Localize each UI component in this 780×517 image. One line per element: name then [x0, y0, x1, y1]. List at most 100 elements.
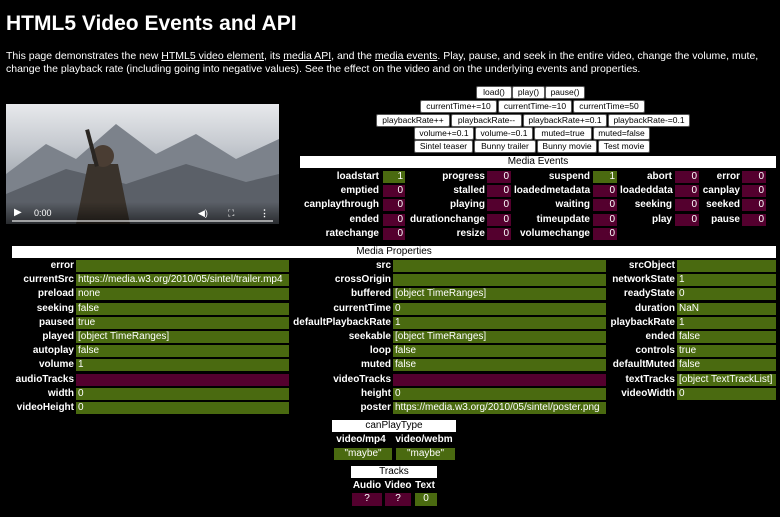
event-pause-count: 0 — [742, 213, 766, 226]
link-media-api[interactable]: media API — [283, 50, 331, 62]
event-seeked-label: seeked — [706, 199, 740, 211]
prop-playbackRate-label: playbackRate — [610, 316, 675, 328]
prop-videoWidth-label: videoWidth — [621, 387, 675, 399]
prop-srcObject-label: srcObject — [628, 260, 675, 271]
prop-currentTime-value: 0 — [393, 302, 606, 315]
prop-autoplay-value: false — [76, 345, 289, 358]
audio-tracks-label: Audio — [352, 480, 382, 491]
prop-poster-label: poster — [360, 402, 391, 413]
volume-icon[interactable]: ◀) — [198, 208, 208, 219]
event-loadstart-count: 1 — [383, 171, 405, 183]
audio-tracks-value: ? — [352, 493, 382, 506]
event-loadedmetadata-count: 0 — [593, 185, 617, 198]
prop-height-label: height — [361, 387, 391, 399]
prop-readyState-label: readyState — [623, 288, 675, 300]
event-timeupdate-label: timeupdate — [536, 213, 590, 225]
video-tracks-label: Video — [384, 480, 412, 491]
event-canplaythrough-count: 0 — [383, 199, 405, 212]
link-media-events[interactable]: media events — [375, 50, 437, 62]
prop-ended-value: false — [677, 331, 776, 343]
event-playing-count: 0 — [487, 199, 511, 212]
prop-seeking-value: false — [76, 302, 289, 315]
more-icon[interactable]: ⋮ — [260, 208, 269, 219]
currenttime-minus10-button[interactable]: currentTime-=10 — [498, 100, 572, 113]
prop-videoHeight-label: videoHeight — [16, 402, 74, 413]
event-error-label: error — [716, 171, 740, 182]
event-suspend-count: 1 — [593, 171, 617, 183]
prop-src-value — [393, 260, 606, 272]
playbackrate-decrement-button[interactable]: playbackRate-- — [451, 114, 522, 127]
currenttime-plus10-button[interactable]: currentTime+=10 — [420, 100, 497, 113]
prop-readyState-value: 0 — [677, 288, 776, 301]
event-timeupdate-count: 0 — [593, 213, 617, 226]
event-playing-label: playing — [449, 199, 485, 211]
event-pause-label: pause — [711, 213, 740, 225]
prop-seekable-value: [object TimeRanges] — [393, 331, 606, 343]
prop-crossOrigin-value — [393, 274, 606, 287]
video-tracks-value: ? — [385, 493, 411, 506]
volume-plus-button[interactable]: volume+=0.1 — [414, 127, 474, 140]
event-stalled-label: stalled — [453, 185, 485, 197]
fullscreen-icon[interactable]: ⛶ — [228, 208, 234, 219]
muted-true-button[interactable]: muted=true — [534, 127, 592, 140]
prop-defaultMuted-label: defaultMuted — [612, 359, 675, 371]
prop-currentTime-label: currentTime — [333, 302, 391, 314]
bunny-trailer-button[interactable]: Bunny trailer — [474, 140, 536, 153]
event-error-count: 0 — [742, 171, 766, 183]
event-ended-count: 0 — [383, 213, 405, 226]
link-video-element[interactable]: HTML5 video element — [161, 50, 264, 62]
event-durationchange-count: 0 — [487, 213, 511, 226]
prop-seeking-label: seeking — [36, 302, 74, 314]
currenttime-50-button[interactable]: currentTime=50 — [573, 100, 645, 113]
text-tracks-value: 0 — [415, 493, 437, 506]
event-loadstart-label: loadstart — [336, 171, 379, 182]
event-canplay-label: canplay — [702, 185, 740, 197]
play-button[interactable]: play() — [512, 86, 545, 99]
prop-preload-value: none — [76, 288, 289, 301]
prop-error-label: error — [50, 260, 74, 271]
prop-networkState-value: 1 — [677, 274, 776, 287]
event-emptied-label: emptied — [340, 185, 379, 197]
prop-volume-label: volume — [38, 359, 74, 371]
prop-played-label: played — [42, 331, 74, 342]
event-loadeddata-count: 0 — [675, 185, 699, 198]
video-progress-bar[interactable] — [12, 220, 273, 222]
sintel-teaser-button[interactable]: Sintel teaser — [414, 140, 473, 153]
prop-paused-label: paused — [38, 316, 74, 328]
playbackrate-plus-0-1-button[interactable]: playbackRate+=0.1 — [523, 114, 607, 127]
muted-false-button[interactable]: muted=false — [593, 127, 650, 140]
volume-minus-button[interactable]: volume-=0.1 — [475, 127, 533, 140]
prop-src-label: src — [375, 260, 391, 271]
prop-networkState-label: networkState — [612, 274, 675, 286]
media-events-header: Media Events — [300, 156, 776, 168]
event-seeking-count: 0 — [675, 199, 699, 212]
pause-button[interactable]: pause() — [545, 86, 585, 99]
prop-textTracks-value: [object TextTrackList] — [677, 373, 776, 386]
prop-audioTracks-label: audioTracks — [15, 373, 74, 385]
prop-currentSrc-value: https://media.w3.org/2010/05/sintel/trai… — [76, 274, 289, 287]
event-play-label: play — [651, 213, 672, 225]
event-suspend-label: suspend — [548, 171, 590, 182]
prop-videoTracks-label: videoTracks — [333, 373, 391, 385]
prop-videoHeight-value: 0 — [76, 402, 289, 414]
prop-audioTracks-value — [76, 373, 289, 386]
prop-crossOrigin-label: crossOrigin — [334, 274, 391, 286]
prop-played-value: [object TimeRanges] — [76, 331, 289, 343]
prop-seekable-label: seekable — [348, 331, 391, 342]
load-button[interactable]: load() — [476, 86, 512, 99]
event-progress-count: 0 — [487, 171, 511, 183]
prop-error-value — [76, 260, 289, 272]
video-time: 0:00 — [34, 208, 52, 218]
video-player[interactable]: ▶ 0:00 ◀) ⛶ ⋮ — [6, 104, 279, 224]
text-tracks-label: Text — [415, 480, 435, 491]
event-seeking-label: seeking — [634, 199, 672, 211]
playbackrate-increment-button[interactable]: playbackRate++ — [376, 114, 450, 127]
prop-volume-value: 1 — [76, 359, 289, 372]
play-icon[interactable]: ▶ — [14, 207, 22, 218]
bunny-movie-button[interactable]: Bunny movie — [537, 140, 597, 153]
mp4-value: "maybe" — [334, 448, 392, 460]
event-volumechange-label: volumechange — [519, 227, 590, 239]
test-movie-button[interactable]: Test movie — [598, 140, 650, 153]
event-waiting-count: 0 — [593, 199, 617, 212]
playbackrate-minus-0-1-button[interactable]: playbackRate-=0.1 — [608, 114, 690, 127]
